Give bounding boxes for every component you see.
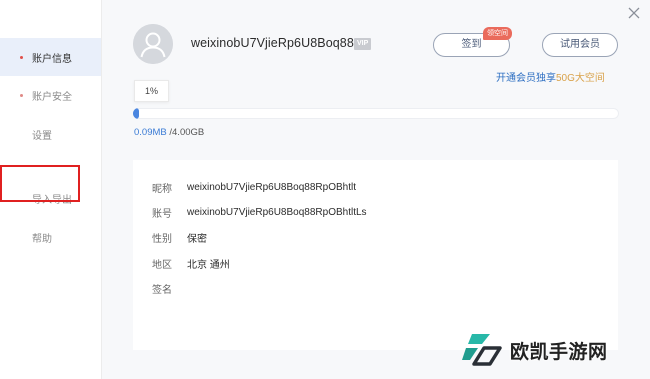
close-icon[interactable] — [627, 6, 641, 20]
storage-percent-tooltip: 1% — [134, 80, 169, 102]
sidebar-item-settings[interactable]: 设置 — [0, 115, 101, 153]
storage-total: /4.00GB — [166, 127, 205, 138]
info-label: 地区 — [152, 259, 172, 271]
info-value: 北京 通州 — [187, 259, 230, 271]
info-row-gender: 性别 保密 — [152, 230, 207, 245]
sidebar: 账户信息 账户安全 设置 导入导出 帮助 — [0, 0, 102, 379]
storage-usage: 0.09MB /4.00GB — [134, 127, 204, 138]
info-label: 昵称 — [152, 183, 172, 195]
storage-progress-fill — [133, 108, 139, 119]
claim-space-tag: 领空间 — [483, 27, 512, 40]
info-value: weixinobU7VjieRp6U8Boq88RpOBhtlt — [187, 181, 356, 193]
membership-promo-link[interactable]: 开通会员独享50G大空间 — [496, 69, 605, 84]
dot-icon — [20, 93, 23, 97]
info-row-region: 地区 北京 通州 — [152, 256, 230, 271]
sidebar-item-help[interactable]: 帮助 — [0, 218, 101, 256]
sidebar-item-label: 账户信息 — [32, 53, 72, 65]
sidebar-item-label: 账户安全 — [32, 91, 72, 103]
vip-badge: VIP — [354, 38, 372, 50]
sidebar-item-label: 设置 — [32, 130, 52, 142]
profile-info-panel: 昵称 weixinobU7VjieRp6U8Boq88RpOBhtlt 账号 w… — [133, 160, 618, 350]
info-value: 保密 — [187, 233, 207, 245]
promo-highlight: 50G大空间 — [556, 73, 605, 84]
promo-text: 开通会员独享 — [496, 73, 556, 84]
info-row-account: 账号 weixinobU7VjieRp6U8Boq88RpOBhtltLs — [152, 205, 367, 220]
sidebar-item-label: 帮助 — [32, 233, 52, 245]
info-label: 账号 — [152, 208, 172, 220]
avatar[interactable] — [133, 24, 173, 64]
storage-progress-bar — [133, 108, 619, 119]
user-avatar-icon — [133, 24, 173, 64]
info-row-signature: 签名 — [152, 281, 187, 296]
active-dot-icon — [20, 55, 23, 59]
trial-membership-button[interactable]: 试用会员 — [542, 33, 618, 57]
main-panel: weixinobU7VjieRp6U8Boq88.. VIP 签到 领空间 试用… — [102, 0, 650, 379]
info-label: 性别 — [152, 233, 172, 245]
storage-used: 0.09MB — [134, 127, 167, 138]
sidebar-item-account-security[interactable]: 账户安全 — [0, 76, 101, 114]
sidebar-item-import-export[interactable]: 导入导出 — [0, 181, 101, 217]
info-label: 签名 — [152, 284, 172, 296]
sidebar-item-account-info[interactable]: 账户信息 — [0, 38, 101, 76]
sidebar-item-label: 导入导出 — [32, 195, 72, 206]
info-row-nickname: 昵称 weixinobU7VjieRp6U8Boq88RpOBhtlt — [152, 180, 356, 195]
info-value: weixinobU7VjieRp6U8Boq88RpOBhtltLs — [187, 206, 367, 218]
username: weixinobU7VjieRp6U8Boq88.. — [191, 36, 362, 50]
